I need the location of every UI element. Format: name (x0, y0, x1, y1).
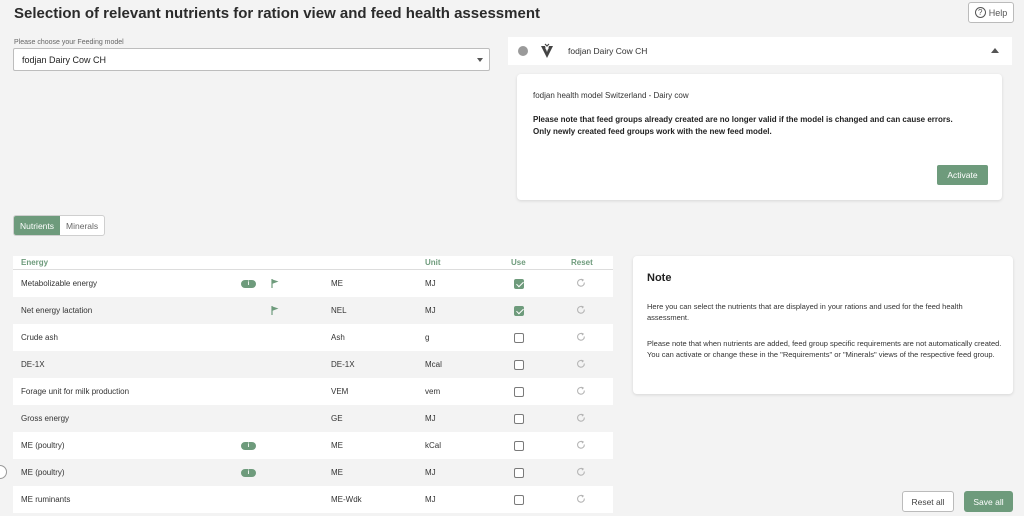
note-title: Note (647, 272, 672, 284)
note-paragraph-2: Please note that when nutrients are adde… (647, 339, 1002, 359)
use-checkbox[interactable] (514, 413, 524, 424)
tab-minerals[interactable]: Minerals (60, 216, 104, 235)
note-paragraph-1: Here you can select the nutrients that a… (647, 302, 963, 322)
feeding-model-label: Please choose your Feeding model (14, 39, 124, 46)
table-row: Net energy lactation NEL MJ (13, 297, 613, 324)
nutrient-unit: MJ (425, 468, 436, 477)
sidebar-toggle-handle[interactable] (0, 465, 7, 479)
nutrient-name: ME ruminants (21, 495, 71, 504)
table-row: Metabolizable energy i ME MJ (13, 270, 613, 297)
table-header: Energy Unit Use Reset (13, 256, 613, 270)
nutrient-unit: MJ (425, 306, 436, 315)
nutrient-name: DE-1X (21, 360, 45, 369)
reset-icon[interactable] (576, 413, 586, 425)
help-label: Help (988, 7, 1008, 18)
nutrient-unit: MJ (425, 495, 436, 504)
nutrient-unit: MJ (425, 414, 436, 423)
table-row: ME (poultry) i ME MJ (13, 459, 613, 486)
nutrient-name: Metabolizable energy (21, 279, 98, 288)
help-button[interactable]: ? Help (968, 2, 1014, 23)
reset-icon[interactable] (576, 467, 586, 479)
page-title: Selection of relevant nutrients for rati… (14, 5, 540, 22)
use-checkbox[interactable] (514, 467, 524, 478)
nutrient-name: ME (poultry) (21, 441, 65, 450)
reset-icon[interactable] (576, 332, 586, 344)
table-row: ME (poultry) i ME kCal (13, 432, 613, 459)
nutrient-name: ME (poultry) (21, 468, 65, 477)
feeding-model-select[interactable]: fodjan Dairy Cow CH (13, 48, 490, 71)
nutrient-abbreviation: VEM (331, 387, 349, 396)
nutrient-abbreviation: ME (331, 279, 343, 288)
reset-icon[interactable] (576, 440, 586, 452)
use-checkbox[interactable] (514, 305, 524, 316)
use-checkbox[interactable] (514, 494, 524, 505)
use-checkbox[interactable] (514, 332, 524, 343)
use-checkbox[interactable] (514, 278, 524, 289)
warning-line-2: Only newly created feed groups work with… (533, 127, 772, 136)
nutrient-unit: kCal (425, 441, 442, 450)
model-accordion-header[interactable]: fodjan Dairy Cow CH (508, 37, 1012, 65)
reset-icon[interactable] (576, 305, 586, 317)
nutrient-abbreviation: NEL (331, 306, 347, 315)
use-checkbox[interactable] (514, 359, 524, 370)
save-all-button[interactable]: Save all (964, 491, 1013, 512)
nutrient-unit: MJ (425, 279, 436, 288)
header-energy: Energy (21, 258, 49, 267)
warning-line-1: Please note that feed groups already cre… (533, 115, 953, 124)
model-warning: Please note that feed groups already cre… (533, 114, 988, 138)
flag-icon (271, 279, 279, 290)
fodjan-logo-icon (541, 43, 553, 58)
info-icon[interactable]: i (241, 441, 256, 450)
tab-nutrients[interactable]: Nutrients (14, 216, 61, 235)
info-icon[interactable]: i (241, 279, 256, 288)
reset-icon[interactable] (576, 278, 586, 290)
status-dot-icon (518, 46, 528, 56)
nutrient-name: Net energy lactation (21, 306, 93, 315)
reset-all-button[interactable]: Reset all (902, 491, 954, 512)
header-reset: Reset (571, 258, 593, 267)
use-checkbox[interactable] (514, 440, 524, 451)
nutrient-abbreviation: ME (331, 441, 343, 450)
caret-down-icon (477, 58, 483, 62)
table-row: DE-1X DE-1X Mcal (13, 351, 613, 378)
note-card: Note Here you can select the nutrients t… (633, 256, 1013, 394)
activate-button[interactable]: Activate (937, 165, 988, 185)
table-row: ME ruminants ME-Wdk MJ (13, 486, 613, 513)
nutrient-abbreviation: DE-1X (331, 360, 355, 369)
nutrient-unit: vem (425, 387, 441, 396)
table-body: Metabolizable energy i ME MJ Net energy lact… (13, 270, 613, 513)
table-row: Crude ash Ash g (13, 324, 613, 351)
nutrient-name: Gross energy (21, 414, 70, 423)
nutrient-name: Forage unit for milk production (21, 387, 130, 396)
header-use: Use (511, 258, 526, 267)
nutrient-unit: g (425, 333, 430, 342)
nutrients-table: Energy Unit Use Reset Metabolizable ener… (13, 256, 613, 513)
info-icon[interactable]: i (241, 468, 256, 477)
reset-icon[interactable] (576, 386, 586, 398)
chevron-up-icon[interactable] (991, 48, 999, 53)
accordion-title: fodjan Dairy Cow CH (568, 46, 648, 56)
reset-icon[interactable] (576, 494, 586, 506)
flag-icon (271, 306, 279, 317)
nutrient-abbreviation: Ash (331, 333, 345, 342)
table-row: Gross energy GE MJ (13, 405, 613, 432)
nutrient-unit: Mcal (425, 360, 442, 369)
nutrient-name: Crude ash (21, 333, 58, 342)
nutrient-abbreviation: ME-Wdk (331, 495, 362, 504)
model-name: fodjan health model Switzerland - Dairy … (533, 91, 689, 100)
use-checkbox[interactable] (514, 386, 524, 397)
model-info-card: fodjan health model Switzerland - Dairy … (517, 74, 1002, 200)
reset-icon[interactable] (576, 359, 586, 371)
question-circle-icon: ? (974, 7, 986, 18)
table-row: Forage unit for milk production VEM vem (13, 378, 613, 405)
header-unit: Unit (425, 258, 441, 267)
nutrient-abbreviation: GE (331, 414, 343, 423)
tab-group: Nutrients Minerals (13, 215, 106, 236)
feeding-model-value: fodjan Dairy Cow CH (22, 55, 107, 65)
nutrient-abbreviation: ME (331, 468, 343, 477)
